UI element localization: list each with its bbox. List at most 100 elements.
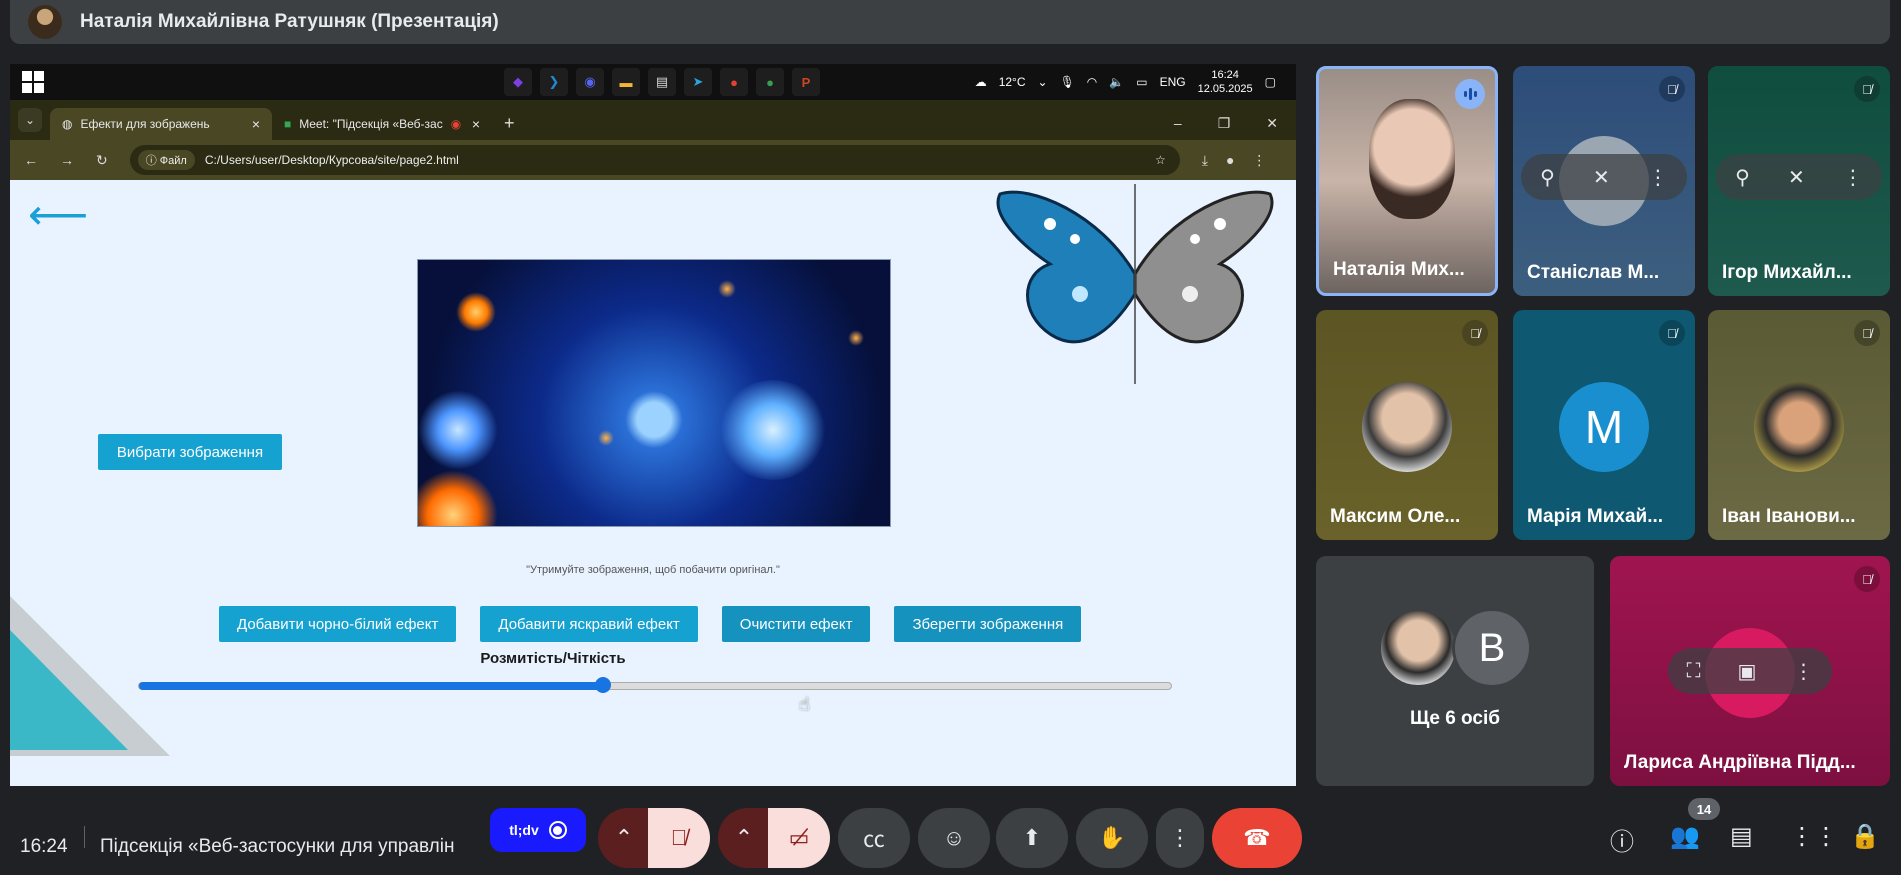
telegram-icon[interactable]: ➤ [684, 68, 712, 96]
download-icon[interactable]: ⤓ [1202, 152, 1208, 169]
new-tab-icon[interactable]: + [504, 113, 515, 134]
pin-icon[interactable]: ⚲ [1735, 165, 1750, 190]
participant-tile[interactable]: 🎙̸ Максим Оле... [1316, 310, 1498, 540]
camera-options-button[interactable]: ⌃ [718, 808, 770, 868]
tray-chevron-icon[interactable]: ⌄ [1038, 75, 1048, 89]
bookmark-star-icon[interactable]: ☆ [1155, 153, 1166, 167]
visual-studio-icon[interactable]: ◆ [504, 68, 532, 96]
microphone-icon[interactable]: 🎙 [1060, 75, 1075, 89]
hand-cursor-icon: ☝ [799, 694, 810, 714]
participant-tile[interactable]: 🎙̸ Іван Іванови... [1708, 310, 1890, 540]
tile-hover-controls: ⚲ ✕ ⋮ [1716, 154, 1882, 200]
tab-meet[interactable]: ■ Meet: "Підсекція «Веб-зас ◉ × [272, 108, 492, 140]
profile-icon[interactable]: ● [1226, 152, 1234, 169]
site-info-label: Файл [159, 155, 187, 167]
windows-start-icon[interactable] [22, 71, 44, 93]
participant-tile[interactable]: 🎙̸ ⛶ ▣ ⋮ Лариса Андріївна Підд... [1610, 556, 1890, 786]
grayscale-effect-button[interactable]: Добавити чорно-білий ефект [219, 606, 457, 642]
file-icon[interactable]: ▤ [648, 68, 676, 96]
notifications-icon[interactable]: ▢ [1265, 75, 1276, 89]
participant-name: Іван Іванови... [1722, 506, 1856, 527]
forward-icon[interactable]: → [60, 152, 74, 168]
mute-icon[interactable]: ✕ [1788, 165, 1805, 190]
vscode-icon[interactable]: ❯ [540, 68, 568, 96]
tab-active[interactable]: ◍ Ефекти для зображень × [50, 108, 272, 140]
minimize-icon[interactable]: – [1174, 115, 1182, 132]
chrome-profile-icon[interactable]: ● [756, 68, 784, 96]
more-menu-icon[interactable]: ⋮ [1252, 152, 1266, 169]
participant-tile[interactable]: Наталія Мих... [1316, 66, 1498, 296]
discord-icon[interactable]: ◉ [576, 68, 604, 96]
save-image-button[interactable]: Зберегти зображення [894, 606, 1082, 642]
participant-avatar [1362, 382, 1452, 472]
clear-effect-button[interactable]: Очистити ефект [721, 606, 871, 642]
more-participants-tile[interactable]: B Ще 6 осіб [1316, 556, 1594, 786]
neuron-cell [718, 380, 828, 480]
window-controls: – ❐ ✕ [1174, 115, 1296, 132]
participant-tile[interactable]: 🎙̸ ⚲ ✕ ⋮ Ігор Михайл... [1708, 66, 1890, 296]
taskbar-time: 16:24 [1211, 69, 1239, 81]
chat-icon[interactable]: ▤ [1730, 822, 1753, 851]
present-screen-button[interactable]: ⬆ [996, 808, 1068, 868]
raise-hand-button[interactable]: ✋ [1076, 808, 1148, 868]
language-indicator[interactable]: ENG [1160, 75, 1186, 89]
emoji-reactions-button[interactable]: ☺ [918, 808, 990, 868]
tab-label: Ефекти для зображень [80, 117, 210, 131]
people-icon[interactable]: 👥 [1670, 822, 1700, 851]
reload-icon[interactable]: ↻ [96, 152, 108, 169]
neuron-image[interactable] [418, 260, 890, 526]
folder-icon[interactable]: ▬ [612, 68, 640, 96]
slider-fill [139, 682, 604, 690]
close-tab-icon[interactable]: × [252, 116, 260, 132]
back-arrow-icon[interactable]: ⟵ [28, 194, 88, 236]
mic-toggle-button[interactable]: 🎙̸ [648, 808, 710, 868]
background-effects-icon[interactable]: ▣ [1738, 659, 1757, 684]
participant-tile[interactable]: 🎙̸ ⚲ ✕ ⋮ Станіслав М... [1513, 66, 1695, 296]
address-bar[interactable]: ⓘ Файл C:/Users/user/Desktop/Курсова/sit… [129, 145, 1180, 175]
glow-spot [848, 330, 864, 346]
butterfly-image [996, 184, 1274, 384]
taskbar-clock[interactable]: 16:24 12.05.2025 [1198, 68, 1253, 96]
mic-muted-icon: 🎙̸ [1659, 320, 1685, 346]
restore-icon[interactable]: ❐ [1218, 115, 1231, 132]
site-info-chip[interactable]: ⓘ Файл [137, 150, 195, 170]
weather-icon[interactable]: ☁ [975, 75, 987, 89]
activities-icon[interactable]: ⋮⋮ [1790, 822, 1838, 851]
more-options-icon[interactable]: ⋮ [1648, 165, 1668, 190]
pin-icon[interactable]: ⚲ [1540, 165, 1555, 190]
more-options-icon[interactable]: ⋮ [1843, 165, 1863, 190]
tab-search-icon[interactable]: ⌄ [18, 108, 42, 132]
participant-tile[interactable]: M 🎙̸ Марія Михай... [1513, 310, 1695, 540]
frame-icon[interactable]: ⛶ [1687, 660, 1701, 683]
vivid-effect-button[interactable]: Добавити яскравий ефект [480, 606, 698, 642]
mute-icon[interactable]: ✕ [1593, 165, 1610, 190]
powerpoint-icon[interactable]: P [792, 68, 820, 96]
mic-options-button[interactable]: ⌃ [598, 808, 650, 868]
more-options-button[interactable]: ⋮ [1156, 808, 1204, 868]
participant-name: Лариса Андріївна Підд... [1624, 752, 1856, 773]
globe-icon: ◍ [62, 117, 73, 131]
participant-avatar: B [1452, 608, 1532, 688]
choose-image-button[interactable]: Вибрати зображення [98, 434, 282, 470]
host-controls-icon[interactable]: 🔒 [1850, 822, 1880, 851]
more-options-icon[interactable]: ⋮ [1793, 659, 1813, 684]
close-tab-icon[interactable]: × [472, 116, 480, 132]
back-icon[interactable]: ← [24, 152, 38, 168]
tldv-label: tl;dv [509, 822, 539, 838]
battery-icon[interactable]: ▭ [1136, 75, 1147, 89]
wifi-icon[interactable]: ◠ [1087, 75, 1097, 89]
captions-button[interactable]: ㏄ [838, 808, 910, 868]
tab-label: Meet: "Підсекція «Веб-зас [299, 117, 443, 131]
more-participants-label: Ще 6 осіб [1410, 708, 1500, 729]
slider-thumb[interactable] [595, 677, 612, 693]
glow-spot [598, 430, 614, 446]
meeting-info-icon[interactable]: ⓘ [1610, 822, 1634, 857]
speaker-icon[interactable]: 🔈 [1109, 75, 1124, 89]
chrome-icon[interactable]: ● [720, 68, 748, 96]
blur-slider[interactable] [138, 677, 1172, 693]
camera-toggle-button[interactable]: ▭̸ [768, 808, 830, 868]
leave-call-button[interactable]: ☎ [1212, 808, 1302, 868]
close-window-icon[interactable]: ✕ [1266, 115, 1278, 132]
taskbar-date: 12.05.2025 [1197, 83, 1253, 95]
tldv-extension-button[interactable]: tl;dv [490, 808, 586, 852]
